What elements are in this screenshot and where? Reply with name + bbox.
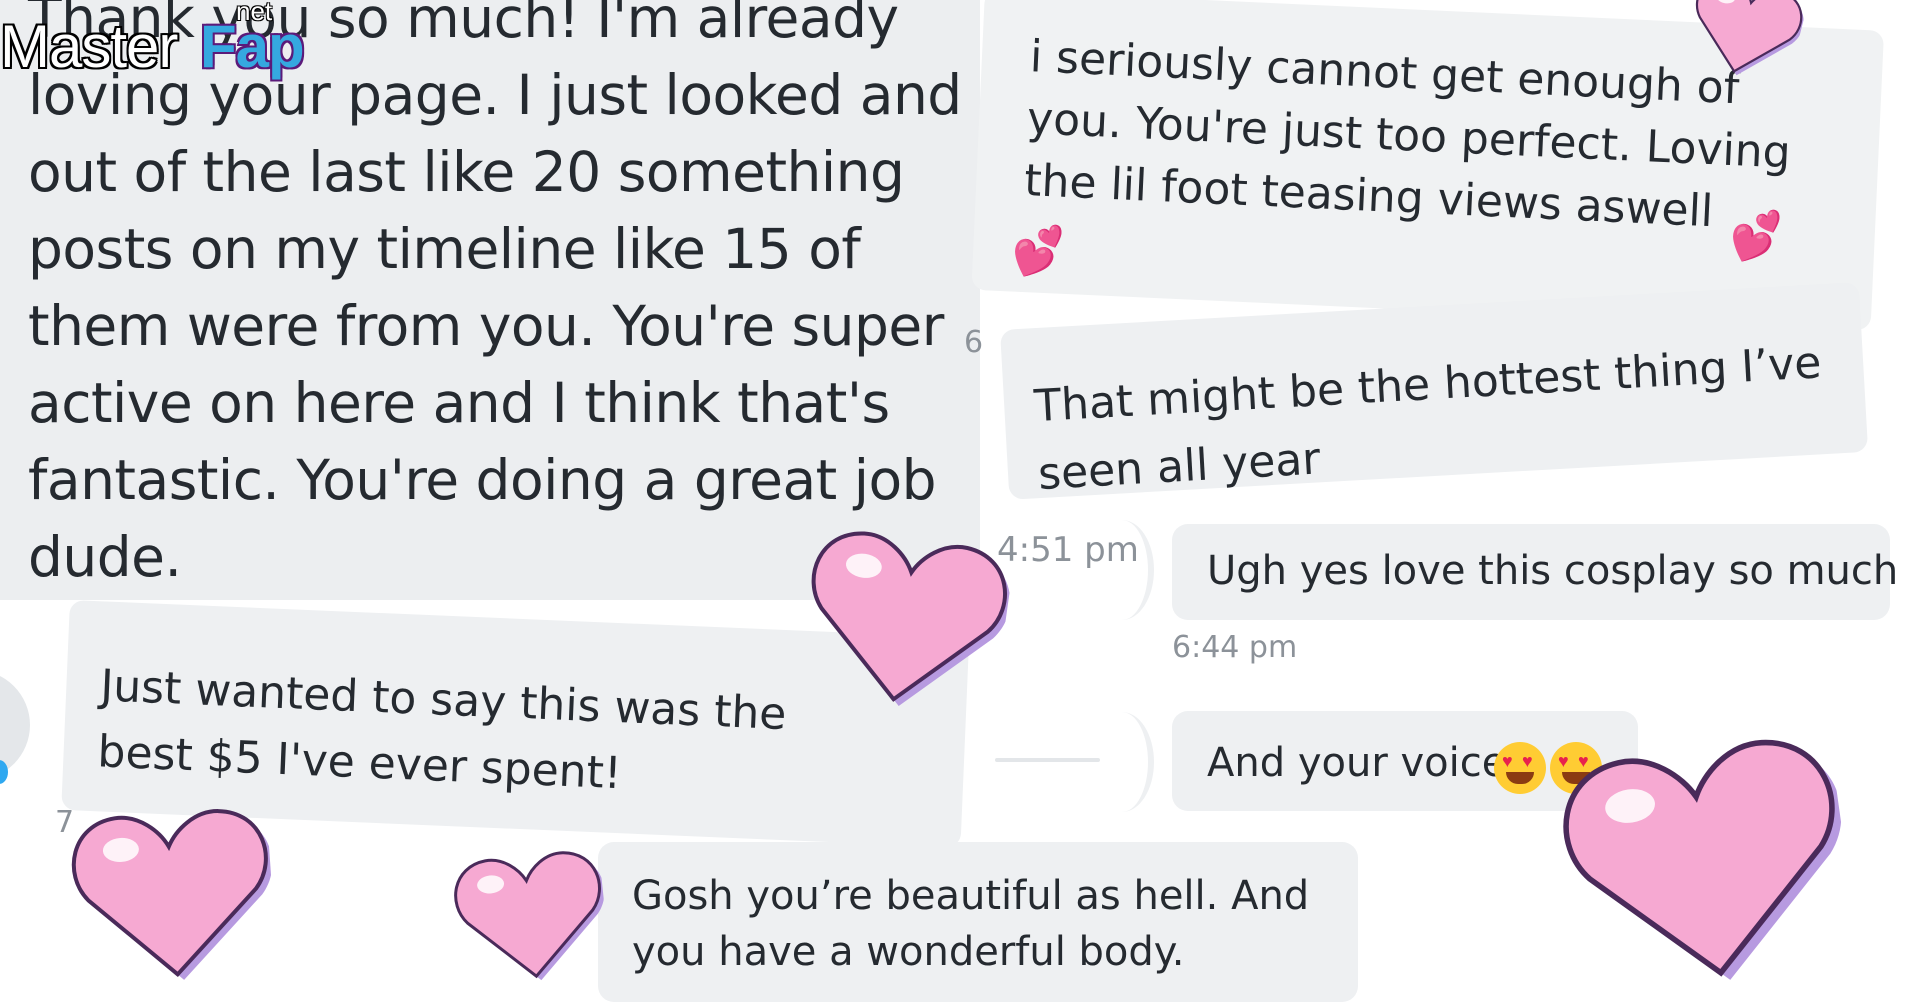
divider: [995, 758, 1100, 762]
bubble-cosplay: Ugh yes love this cosplay so much: [1172, 524, 1898, 620]
bubble-beautiful: Gosh you’re beautiful as hell. And you h…: [598, 842, 1358, 1002]
message-text: Just wanted to say this was the best $5 …: [96, 660, 788, 800]
timestamp-644: 6:44 pm: [1172, 630, 1298, 665]
message-text: Ugh yes love this cosplay so much: [1207, 548, 1899, 594]
message-text: Gosh you’re beautiful as hell. And you h…: [632, 873, 1310, 975]
avatar-ring: [1090, 520, 1154, 620]
message-text: That might be the hottest thing I’ve see…: [1032, 337, 1823, 501]
message-text: And your voice: [1207, 740, 1507, 786]
emoji-hearts-icon: 💕: [1009, 224, 1070, 279]
message-text: Thank you so much! I'm already loving yo…: [28, 0, 962, 589]
timestamp-6: 6: [964, 325, 984, 360]
pixel-heart-icon: [811, 531, 1011, 706]
emoji-hearts-icon: 💕: [1727, 209, 1788, 264]
pixel-heart-icon: [454, 851, 605, 981]
pixel-heart-icon: [1563, 739, 1842, 980]
bubble-thank-you: Thank you so much! I'm already loving yo…: [0, 0, 980, 600]
avatar-ring: [1090, 712, 1154, 812]
pixel-heart-icon: [71, 809, 273, 980]
logo-master: Master: [0, 13, 178, 80]
bubble-hottest-thing: That might be the hottest thing I’ve see…: [1000, 281, 1869, 500]
logo-net: net: [236, 0, 273, 26]
heart-eyes-icon: ♥ ♥: [1494, 742, 1546, 794]
